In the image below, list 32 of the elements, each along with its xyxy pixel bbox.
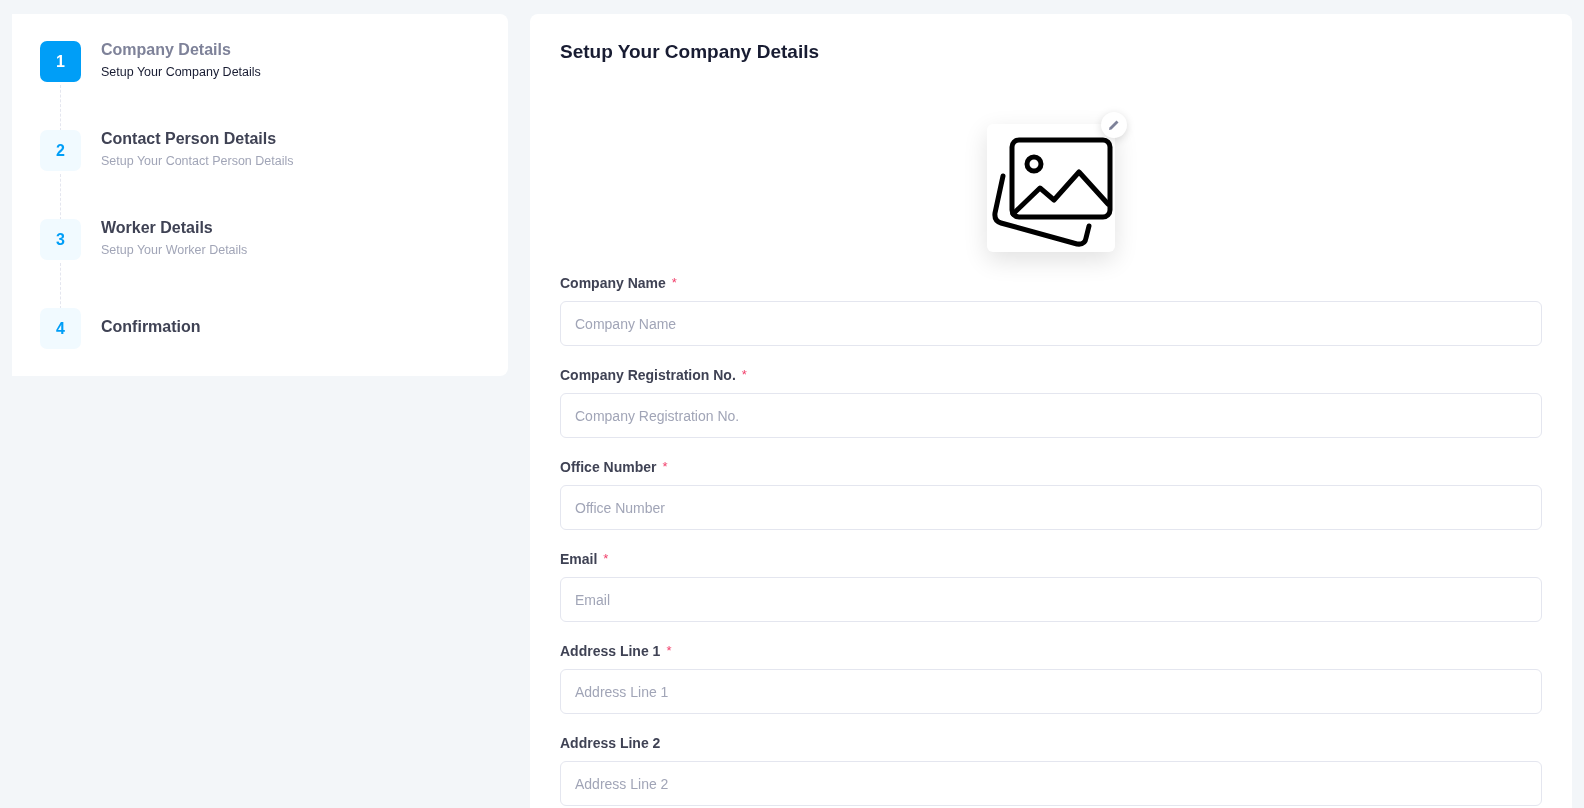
logo-upload[interactable] [987,124,1115,252]
step-number[interactable]: 4 [40,308,81,349]
required-mark: * [741,367,747,382]
step-subtitle: Setup Your Worker Details [101,243,248,257]
field-label: Address Line 1 [560,643,661,659]
input-field[interactable]: Company Name [560,301,1542,346]
field-label: Company Name [560,275,666,291]
step-number[interactable]: 1 [40,41,81,82]
required-mark: * [671,275,677,290]
required-mark: * [666,643,672,658]
field-label: Office Number [560,459,657,475]
edit-button[interactable] [1101,112,1127,138]
input-field[interactable]: Address Line 2 [560,761,1542,806]
input-field[interactable]: Address Line 1 [560,669,1542,714]
step-title[interactable]: Company Details [101,41,261,59]
field-label: Company Registration No. [560,367,736,383]
step-subtitle: Setup Your Company Details [101,65,261,79]
input-field[interactable]: Email [560,577,1542,622]
field-label: Address Line 2 [560,735,661,751]
step-title[interactable]: Confirmation [101,318,201,336]
required-mark: * [662,459,668,474]
step-title[interactable]: Contact Person Details [101,130,294,148]
step-subtitle: Setup Your Contact Person Details [101,154,294,168]
form-title: Setup Your Company Details [560,41,820,63]
step-number[interactable]: 3 [40,219,81,260]
input-field[interactable]: Office Number [560,485,1542,530]
input-field[interactable]: Company Registration No. [560,393,1542,438]
step-title[interactable]: Worker Details [101,219,248,237]
required-mark: * [603,551,609,566]
field-label: Email [560,551,598,567]
pencil-icon [1108,119,1120,131]
step-number[interactable]: 2 [40,130,81,171]
